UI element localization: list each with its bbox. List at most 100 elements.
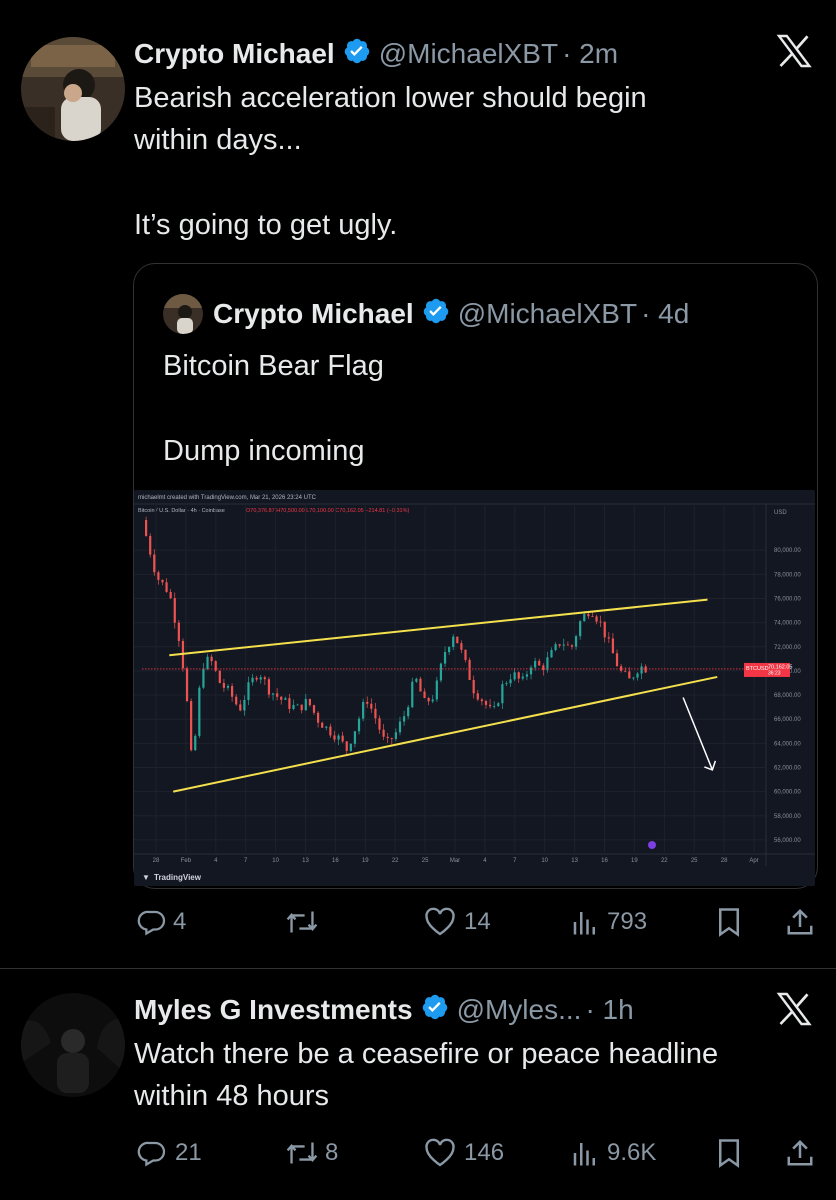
candle-body — [615, 653, 619, 667]
candle-body — [435, 680, 438, 700]
quote-author-name[interactable]: Crypto Michael — [213, 298, 414, 330]
candle-body — [230, 685, 234, 697]
bookmark-button[interactable] — [716, 1136, 742, 1170]
like-icon — [424, 907, 456, 937]
candle-body — [235, 696, 238, 705]
quote-timestamp[interactable]: · 4d — [641, 298, 689, 330]
candle-body — [624, 670, 627, 672]
candle-body — [452, 636, 455, 648]
author-handle[interactable]: @MichaelXBT — [379, 38, 558, 70]
candle-body — [456, 636, 459, 644]
y-tick-label: 80,000.00 — [774, 548, 801, 554]
price-tag-sub: 36:23 — [768, 670, 781, 676]
tweet-text-line: within days... — [134, 124, 302, 156]
candle-body — [407, 707, 410, 717]
author-name[interactable]: Crypto Michael — [134, 38, 335, 70]
candle-body — [509, 679, 512, 684]
candle-body — [157, 572, 160, 580]
candle-body — [562, 644, 565, 646]
quote-author-handle[interactable]: @MichaelXBT — [458, 298, 637, 330]
candle-body — [312, 705, 316, 713]
y-tick-label: 58,000.00 — [774, 814, 801, 820]
x-logo-icon[interactable] — [776, 992, 812, 1026]
candle-body — [525, 674, 529, 677]
candle-body — [333, 735, 336, 740]
y-tick-label: 64,000.00 — [774, 741, 801, 747]
candle-body — [423, 691, 426, 698]
x-tick-label: 7 — [513, 858, 517, 864]
repost-icon — [285, 907, 319, 937]
candle-body — [370, 703, 373, 709]
chart-image[interactable]: michaelmt created with TradingView.com, … — [134, 490, 815, 886]
tweet-divider — [0, 968, 836, 969]
like-button[interactable]: 146 — [424, 1136, 504, 1170]
timestamp[interactable]: · 1h — [585, 994, 633, 1026]
reply-button[interactable]: 21 — [137, 1136, 202, 1170]
x-tick-label: 16 — [601, 858, 608, 864]
views-button[interactable]: 9.6K — [571, 1136, 656, 1170]
candle-body — [497, 703, 500, 707]
bookmark-icon — [716, 1138, 742, 1168]
share-icon — [786, 1138, 814, 1168]
repost-button[interactable]: 8 — [285, 1136, 338, 1170]
candle-body — [579, 621, 582, 637]
avatar[interactable] — [21, 37, 125, 141]
candle-body — [443, 652, 447, 664]
candle-body — [611, 638, 615, 654]
candle-body — [431, 699, 434, 702]
avatar[interactable] — [21, 993, 125, 1097]
x-tick-label: Mar — [450, 858, 460, 864]
like-button[interactable]: 14 — [424, 905, 491, 939]
repost-button[interactable] — [285, 905, 325, 939]
x-tick-label: 10 — [272, 858, 279, 864]
candle-body — [362, 701, 365, 719]
tweet-text-line: within 48 hours — [134, 1080, 330, 1112]
reply-icon — [137, 1138, 167, 1168]
candle-body — [546, 657, 549, 671]
chart-y-axis: 80,000.00 78,000.00 76,000.00 74,000.00 72,0… — [774, 548, 801, 844]
candle-body — [493, 706, 496, 707]
tweet-1-text: Bearish acceleration lower should begin … — [134, 77, 814, 246]
candle-body — [460, 643, 463, 650]
candle-body — [464, 649, 467, 660]
author-handle[interactable]: @Myles... — [457, 994, 582, 1026]
candle-body — [550, 650, 553, 658]
x-logo-icon[interactable] — [776, 34, 812, 68]
author-name[interactable]: Myles G Investments — [134, 994, 413, 1026]
quote-avatar[interactable] — [163, 294, 203, 334]
x-tick-label: 22 — [661, 858, 668, 864]
candle-body — [185, 668, 189, 702]
candle-body — [472, 679, 475, 694]
candle-body — [308, 698, 311, 706]
tweet-text-line: Watch there be a ceasefire or peace head… — [134, 1038, 719, 1070]
timestamp[interactable]: · 2m — [562, 38, 618, 70]
x-tick-label: 19 — [362, 858, 369, 864]
candle-body — [620, 666, 623, 671]
tradingview-watermark: TradingView — [154, 873, 202, 882]
candle-body — [521, 676, 524, 679]
bookmark-button[interactable] — [716, 905, 742, 939]
tweet-1-header: Crypto Michael @MichaelXBT · 2m — [134, 34, 618, 74]
candle-body — [583, 614, 586, 622]
share-button[interactable] — [786, 905, 814, 939]
x-tick-label: 13 — [302, 858, 309, 864]
share-button[interactable] — [786, 1136, 814, 1170]
candle-body — [632, 677, 635, 679]
candle-body — [570, 645, 574, 647]
candle-body — [402, 716, 406, 722]
views-count: 9.6K — [607, 1139, 657, 1166]
candle-body — [263, 677, 266, 680]
x-tick-label: 10 — [541, 858, 548, 864]
candle-body — [476, 693, 479, 700]
price-tag: BTCUSD 70,162.05 36:23 — [744, 662, 792, 677]
candle-body — [300, 704, 303, 711]
candle-body — [398, 721, 402, 733]
candle-body — [566, 644, 569, 646]
tradingview-logo: ▼ TradingView — [142, 873, 202, 882]
views-button[interactable]: 793 — [571, 905, 647, 939]
candle-body — [337, 735, 340, 740]
candle-body — [198, 687, 201, 736]
candle-body — [144, 520, 148, 536]
candle-body — [202, 668, 205, 688]
reply-button[interactable]: 4 — [137, 905, 186, 939]
